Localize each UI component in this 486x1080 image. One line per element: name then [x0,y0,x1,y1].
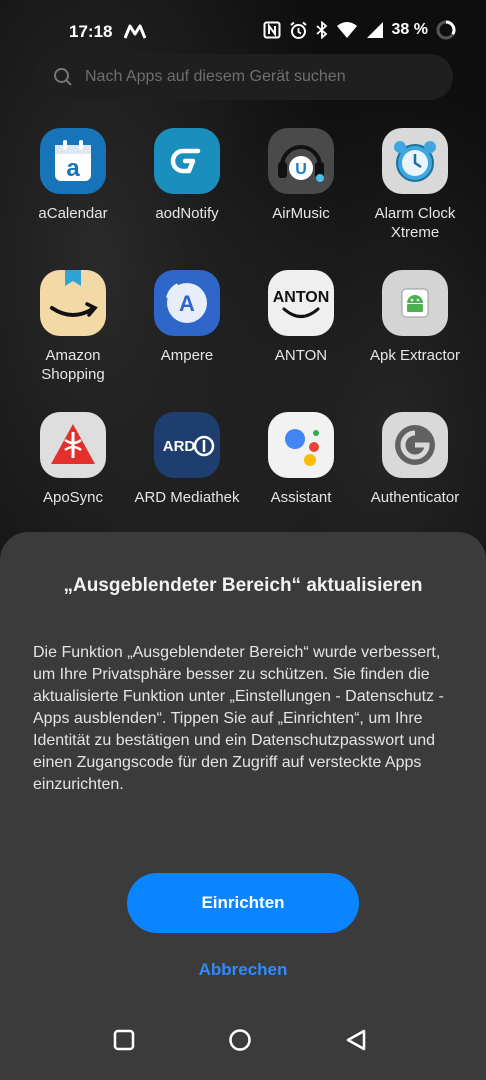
status-time: 17:18 [69,22,113,41]
battery-ring-icon [436,20,456,40]
anton-icon: ANTON [268,270,334,336]
anton-icon-text: ANTON [273,289,330,306]
alarm-icon [289,21,308,40]
app-aposync[interactable]: ApoSync [16,412,130,507]
app-aodnotify[interactable]: aodNotify [130,128,244,223]
app-apk-extractor[interactable]: Apk Extractor [358,270,472,365]
headphones-icon: U [268,128,334,194]
app-label: aodNotify [155,205,219,222]
notify-icon [154,128,220,194]
ard-icon: ARD [154,412,220,478]
dialog-title: „Ausgeblendeter Bereich“ aktualisieren [63,575,423,596]
app-alarm-clock-xtreme[interactable]: Alarm Clock Xtreme [358,128,472,242]
calendar-icon-letter: a [66,155,80,182]
hidden-space-dialog: „Ausgeblendeter Bereich“ aktualisieren D… [0,532,486,1080]
app-label: AirMusic [272,205,330,222]
signal-icon [366,21,384,39]
ampere-icon: A [154,270,220,336]
ampere-icon-letter: A [179,291,195,316]
app-label: Apk Extractor [369,347,461,364]
pharmacy-icon [40,412,106,478]
recents-button[interactable] [104,1020,144,1060]
dialog-message: Die Funktion „Ausgeblendeter Bereich“ wu… [33,644,444,793]
app-label: Assistant [270,489,332,506]
app-assistant[interactable]: Assistant [244,412,358,507]
alarm-clock-icon [382,128,448,194]
back-button[interactable] [336,1020,376,1060]
nfc-icon [263,21,281,39]
android-icon [382,270,448,336]
app-label: aCalendar [38,205,108,222]
search-icon [53,67,73,87]
app-label: Authenticator [370,489,460,506]
app-ard-mediathek[interactable]: ARD ARD Mediathek [130,412,244,507]
setup-button[interactable]: Einrichten [127,873,359,933]
app-acalendar[interactable]: a aCalendar [16,128,130,223]
app-amazon-shopping[interactable]: Amazon Shopping [16,270,130,384]
app-airmusic[interactable]: U AirMusic [244,128,358,223]
amazon-icon [40,270,106,336]
calendar-icon: a [40,128,106,194]
wifi-icon [336,21,358,39]
app-ampere[interactable]: A Ampere [130,270,244,365]
cancel-button[interactable]: Abbrechen [143,955,343,985]
search-input[interactable] [83,67,427,87]
battery-percent: 38 % [391,21,428,38]
app-search-bar[interactable] [33,54,453,100]
home-button[interactable] [220,1020,260,1060]
app-label: Amazon Shopping [41,347,105,383]
app-label: ARD Mediathek [134,489,240,506]
app-label: Ampere [160,347,214,364]
assistant-icon [268,412,334,478]
app-anton[interactable]: ANTON ANTON [244,270,358,365]
navigation-bar [0,1016,486,1080]
square-icon [113,1029,135,1051]
m-logo-icon [123,24,147,45]
app-label: ANTON [274,347,328,364]
app-label: ApoSync [42,489,104,506]
authenticator-icon [382,412,448,478]
app-authenticator[interactable]: Authenticator [358,412,472,507]
circle-icon [229,1029,251,1051]
airmusic-icon-letter: U [295,161,307,178]
app-label: Alarm Clock Xtreme [374,205,456,241]
bluetooth-icon [315,21,328,39]
triangle-icon [346,1029,366,1051]
ard-icon-text: ARD [163,438,196,455]
